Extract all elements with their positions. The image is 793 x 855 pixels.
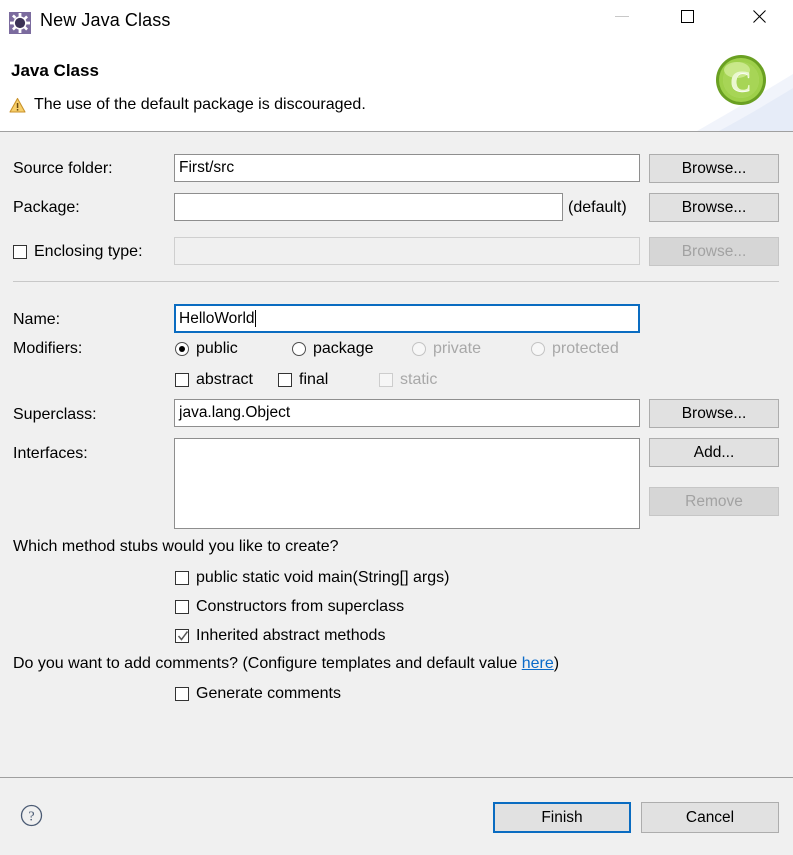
superclass-input[interactable]: java.lang.Object xyxy=(174,399,640,427)
checkbox-icon xyxy=(175,571,189,585)
window-title: New Java Class xyxy=(40,10,171,30)
maximize-button[interactable] xyxy=(664,0,711,32)
modifier-radio-protected: protected xyxy=(531,340,619,358)
package-input[interactable] xyxy=(174,193,563,221)
radio-icon xyxy=(531,342,545,356)
modifier-check-final-label: final xyxy=(299,371,329,388)
package-browse-button[interactable]: Browse... xyxy=(649,193,779,222)
modifier-check-abstract[interactable]: abstract xyxy=(175,371,253,389)
checkbox-icon xyxy=(175,629,189,643)
checkbox-icon xyxy=(379,373,393,387)
enclosing-type-browse-button: Browse... xyxy=(649,237,779,266)
warning-triangle-icon xyxy=(9,97,26,114)
warning-message: The use of the default package is discou… xyxy=(9,96,366,114)
finish-button[interactable]: Finish xyxy=(493,802,631,833)
interfaces-list[interactable] xyxy=(174,438,640,529)
title-bar: New Java Class xyxy=(0,0,793,44)
stub-check-inherited-label: Inherited abstract methods xyxy=(196,627,386,644)
generate-comments-label: Generate comments xyxy=(196,685,341,702)
modifier-radio-private: private xyxy=(412,340,481,358)
warning-text: The use of the default package is discou… xyxy=(34,96,366,113)
name-input[interactable]: HelloWorld xyxy=(174,304,640,333)
minimize-icon xyxy=(614,15,629,17)
source-folder-input[interactable]: First/src xyxy=(174,154,640,182)
generate-comments-checkbox[interactable]: Generate comments xyxy=(175,685,341,703)
superclass-browse-button[interactable]: Browse... xyxy=(649,399,779,428)
close-button[interactable] xyxy=(735,0,782,32)
wizard-banner: Java Class The use of the default packag… xyxy=(0,44,793,132)
modifier-check-abstract-label: abstract xyxy=(196,371,253,388)
svg-text:C: C xyxy=(730,65,752,98)
checkbox-icon xyxy=(175,687,189,701)
stub-check-main-label: public static void main(String[] args) xyxy=(196,569,450,586)
separator-top xyxy=(13,281,779,282)
method-stubs-question: Which method stubs would you like to cre… xyxy=(13,538,339,555)
modifier-check-static: static xyxy=(379,371,437,389)
radio-icon xyxy=(175,342,189,356)
minimize-button[interactable] xyxy=(598,0,645,32)
checkbox-icon xyxy=(278,373,292,387)
close-icon xyxy=(750,8,767,25)
checkmark-icon xyxy=(177,631,189,641)
superclass-label: Superclass: xyxy=(13,406,97,423)
cancel-button[interactable]: Cancel xyxy=(641,802,779,833)
stub-check-main[interactable]: public static void main(String[] args) xyxy=(175,569,449,587)
java-class-green-c-icon: C C xyxy=(697,44,793,131)
enclosing-type-input xyxy=(174,237,640,265)
configure-templates-link[interactable]: here xyxy=(522,655,554,672)
superclass-value: java.lang.Object xyxy=(179,404,291,422)
package-default-suffix: (default) xyxy=(568,199,627,216)
modifiers-label: Modifiers: xyxy=(13,340,83,357)
radio-icon xyxy=(412,342,426,356)
stub-check-constructors-label: Constructors from superclass xyxy=(196,598,405,615)
package-label: Package: xyxy=(13,199,80,216)
modifier-radio-package-label: package xyxy=(313,340,374,357)
source-folder-value: First/src xyxy=(179,159,235,177)
maximize-icon xyxy=(681,9,694,23)
help-question-icon[interactable]: ? xyxy=(20,804,43,827)
interfaces-remove-button: Remove xyxy=(649,487,779,516)
page-title: Java Class xyxy=(11,61,99,80)
enclosing-type-label: Enclosing type: xyxy=(34,243,143,260)
comments-question-prefix: Do you want to add comments? (Configure … xyxy=(13,655,522,672)
modifier-radio-public[interactable]: public xyxy=(175,340,238,358)
source-folder-label: Source folder: xyxy=(13,160,113,177)
interfaces-label: Interfaces: xyxy=(13,445,88,462)
stub-check-constructors[interactable]: Constructors from superclass xyxy=(175,598,404,616)
checkbox-icon xyxy=(175,600,189,614)
comments-question-suffix: ) xyxy=(553,655,560,672)
interfaces-add-button[interactable]: Add... xyxy=(649,438,779,467)
dialog-footer: ? Finish Cancel xyxy=(0,777,793,855)
source-folder-browse-button[interactable]: Browse... xyxy=(649,154,779,183)
name-label: Name: xyxy=(13,311,61,328)
enclosing-type-checkbox[interactable]: Enclosing type: xyxy=(13,243,143,261)
checkbox-icon xyxy=(175,373,189,387)
eclipse-wizard-icon xyxy=(9,12,31,34)
modifier-check-static-label: static xyxy=(400,371,438,388)
comments-question: Do you want to add comments? (Configure … xyxy=(13,655,559,673)
name-value: HelloWorld xyxy=(179,309,255,327)
checkbox-icon xyxy=(13,245,27,259)
svg-text:?: ? xyxy=(28,810,34,825)
modifier-radio-package[interactable]: package xyxy=(292,340,374,358)
modifier-radio-protected-label: protected xyxy=(552,340,619,357)
radio-icon xyxy=(292,342,306,356)
text-caret xyxy=(254,310,256,327)
dialog-body: Source folder: First/src Browse... Packa… xyxy=(0,132,793,777)
stub-check-inherited[interactable]: Inherited abstract methods xyxy=(175,627,385,645)
modifier-radio-public-label: public xyxy=(196,340,238,357)
modifier-check-final[interactable]: final xyxy=(278,371,328,389)
modifier-radio-private-label: private xyxy=(433,340,482,357)
